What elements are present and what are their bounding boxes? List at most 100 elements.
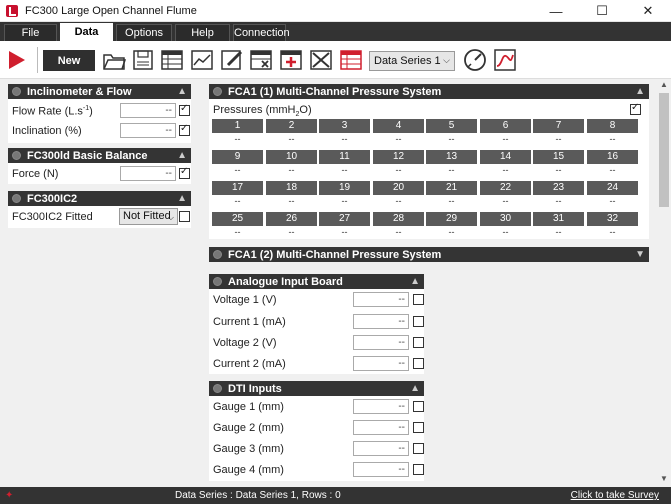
channel-header: 18 (266, 181, 317, 195)
voltage-1-checkbox[interactable] (413, 294, 424, 305)
collapse-icon[interactable]: ▲ (635, 84, 645, 99)
gauge-1-checkbox[interactable] (413, 401, 424, 412)
title-bar: FC300 Large Open Channel Flume — ☐ ✕ (0, 0, 671, 22)
current-2-field[interactable]: -- (353, 356, 409, 371)
gauge-2-field[interactable]: -- (353, 420, 409, 435)
tab-file[interactable]: File (4, 24, 57, 41)
data-series-select[interactable]: Data Series 1 ⌵ (369, 51, 455, 71)
balance-header[interactable]: FC300ld Basic Balance ▲ (8, 148, 191, 163)
flow-rate-field[interactable]: -- (120, 103, 176, 118)
flow-rate-checkbox[interactable] (179, 103, 190, 116)
channel-header: 30 (480, 212, 531, 226)
tab-data[interactable]: Data (60, 23, 113, 41)
gauge-4-checkbox[interactable] (413, 464, 424, 475)
channel-header: 5 (426, 119, 477, 133)
collapse-icon[interactable]: ▲ (410, 274, 420, 289)
add-row-icon[interactable] (278, 47, 304, 73)
delete-row-icon[interactable] (248, 47, 274, 73)
scroll-thumb[interactable] (659, 93, 669, 207)
dti-title: DTI Inputs (228, 382, 282, 395)
edit-icon[interactable] (219, 47, 245, 73)
analogue-header[interactable]: Analogue Input Board ▲ (209, 274, 424, 289)
tab-help[interactable]: Help (175, 24, 230, 41)
channel-value: -- (502, 165, 509, 175)
inclination-field[interactable]: -- (120, 123, 176, 138)
run-icon[interactable] (9, 51, 25, 69)
collapse-icon[interactable]: ▼ (635, 247, 645, 262)
channel-header: 16 (587, 150, 638, 164)
clear-icon[interactable] (308, 47, 334, 73)
channel-header: 3 (319, 119, 370, 133)
collapse-icon[interactable]: ▲ (410, 381, 420, 396)
voltage-1-field[interactable]: -- (353, 292, 409, 307)
fca2-header[interactable]: FCA1 (2) Multi-Channel Pressure System ▼ (209, 247, 649, 262)
voltage-2-label: Voltage 2 (V) (213, 337, 277, 349)
channel-header: 25 (212, 212, 263, 226)
ic2-fitted-select[interactable]: Not Fitted ⌵ (119, 208, 178, 225)
voltage-2-field[interactable]: -- (353, 335, 409, 350)
survey-link[interactable]: Click to take Survey (571, 490, 659, 501)
voltage-2-checkbox[interactable] (413, 337, 424, 348)
ic2-fitted-value: Not Fitted (123, 210, 171, 222)
gauge-3-checkbox[interactable] (413, 443, 424, 454)
panel-bullet-icon (213, 384, 222, 393)
channel-value: -- (609, 134, 616, 144)
toolbar: New Data Series 1 ⌵ (0, 41, 671, 79)
collapse-icon[interactable]: ▲ (177, 84, 187, 99)
channel-header: 6 (480, 119, 531, 133)
gauge-icon[interactable] (462, 47, 488, 73)
tab-connection[interactable]: Connection (233, 24, 290, 41)
gauge-4-field[interactable]: -- (353, 462, 409, 477)
channel-value: -- (555, 165, 562, 175)
ic2-checkbox[interactable] (179, 211, 190, 222)
channel-header: 19 (319, 181, 370, 195)
collapse-icon[interactable]: ▲ (177, 148, 187, 163)
new-button[interactable]: New (43, 50, 95, 71)
current-1-checkbox[interactable] (413, 316, 424, 327)
channel-header: 21 (426, 181, 477, 195)
inclination-checkbox[interactable] (179, 123, 190, 136)
force-field[interactable]: -- (120, 166, 176, 181)
ic2-header[interactable]: FC300IC2 ▲ (8, 191, 191, 206)
channel-value: -- (395, 196, 402, 206)
channel-value: -- (288, 227, 295, 237)
channel-value: -- (609, 227, 616, 237)
channel-header: 13 (426, 150, 477, 164)
channel-header: 10 (266, 150, 317, 164)
collapse-icon[interactable]: ▲ (177, 191, 187, 206)
gauge-1-field[interactable]: -- (353, 399, 409, 414)
channel-value: -- (234, 227, 241, 237)
minimize-button[interactable]: — (533, 0, 579, 22)
channel-value: -- (502, 134, 509, 144)
plot-icon[interactable] (492, 47, 518, 73)
gauge-2-checkbox[interactable] (413, 422, 424, 433)
current-2-checkbox[interactable] (413, 358, 424, 369)
current-1-field[interactable]: -- (353, 314, 409, 329)
open-folder-icon[interactable] (101, 47, 127, 73)
channel-header: 31 (533, 212, 584, 226)
save-icon[interactable] (130, 47, 156, 73)
channel-value: -- (448, 227, 455, 237)
window-title: FC300 Large Open Channel Flume (25, 4, 197, 17)
tab-options[interactable]: Options (116, 24, 172, 41)
channel-header: 2 (266, 119, 317, 133)
current-1-label: Current 1 (mA) (213, 316, 286, 328)
dti-header[interactable]: DTI Inputs ▲ (209, 381, 424, 396)
close-button[interactable]: ✕ (625, 0, 671, 22)
channel-header: 11 (319, 150, 370, 164)
channel-header: 20 (373, 181, 424, 195)
inclinometer-header[interactable]: Inclinometer & Flow ▲ (8, 84, 191, 99)
table-icon[interactable] (159, 47, 185, 73)
pressures-checkbox[interactable] (630, 102, 641, 115)
chart-icon[interactable] (189, 47, 215, 73)
vertical-scrollbar[interactable]: ▲ ▼ (657, 79, 671, 487)
channel-value: -- (395, 134, 402, 144)
scroll-up-icon[interactable]: ▲ (657, 80, 671, 92)
fca1-header[interactable]: FCA1 (1) Multi-Channel Pressure System ▲ (209, 84, 649, 99)
force-checkbox[interactable] (179, 166, 190, 179)
data-series-value: Data Series 1 (374, 55, 441, 67)
gauge-3-field[interactable]: -- (353, 441, 409, 456)
table-red-icon[interactable] (338, 47, 364, 73)
scroll-down-icon[interactable]: ▼ (657, 474, 671, 486)
maximize-button[interactable]: ☐ (579, 0, 625, 22)
